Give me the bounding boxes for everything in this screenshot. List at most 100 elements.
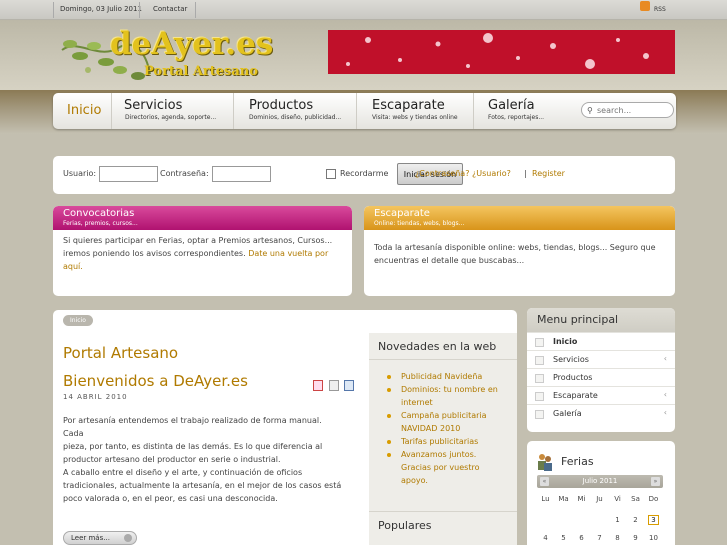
divider [195,2,196,18]
page-title: Portal Artesano [63,344,179,362]
snowflake-icon [346,33,649,69]
menu-item-inicio[interactable]: Inicio [527,332,675,350]
password-label: Contraseña: [160,169,209,178]
nav-item-inicio[interactable]: Inicio [53,93,112,129]
escaparate-header: Escaparate Online: tiendas, webs, blogs.… [364,206,675,230]
nav-item-label: Inicio [67,103,102,118]
rss-icon[interactable] [640,1,650,11]
weekday-label: Ma [558,495,569,503]
remember-checkbox[interactable] [326,169,336,179]
logo-subtitle: Portal Artesano [144,64,258,79]
text-line: Avanzamos juntos. [401,450,477,459]
people-icon [538,454,552,471]
list-item[interactable]: Tarifas publicitarias [387,435,512,448]
main-menu-title: Menu principal [537,313,619,326]
convocatorias-text: Si quieres participar en Ferias, optar a… [63,234,332,273]
bullet-icon [535,392,544,401]
text-line: Si quieres participar en Ferias, optar a… [63,236,333,245]
menu-item-productos[interactable]: Productos [527,368,675,386]
nav-item-galeria[interactable]: Galería Fotos, reportajes... [474,93,569,129]
menu-item-label: Productos [553,373,593,382]
escaparate-title: Escaparate [374,208,430,219]
search-icon: ⚲ [587,106,593,115]
menu-item-servicios[interactable]: Servicios ‹ [527,350,675,368]
password-input[interactable] [212,166,271,182]
nav-item-subtitle: Fotos, reportajes... [488,114,545,121]
calendar-day[interactable]: 8 [609,534,626,542]
menu-item-escaparate[interactable]: Escaparate ‹ [527,386,675,404]
nav-item-productos[interactable]: Productos Dominios, diseño, publicidad..… [234,93,357,129]
weekday-label: Vi [614,495,621,503]
text-line: iremos poniendo los avisos correspondien… [63,249,246,258]
read-more-button[interactable]: Leer más... [63,531,137,545]
nav-item-subtitle: Visita: webs y tiendas online [372,114,458,121]
calendar-day[interactable]: 1 [609,516,626,524]
convocatorias-subtitle: Ferias, premios, cursos... [63,220,138,227]
ferias-title: Ferias [561,455,594,468]
article-date: 14 ABRIL 2010 [63,393,128,401]
register-link[interactable]: Register [532,169,565,178]
calendar-day[interactable]: 10 [645,534,662,542]
calendar-header: « Julio 2011 » [537,475,663,488]
calendar-day[interactable]: 6 [573,534,590,542]
convocatorias-header: Convocatorias Ferias, premios, cursos... [53,206,352,230]
rss-link[interactable]: RSS [654,6,666,13]
article-title[interactable]: Bienvenidos a DeAyer.es [63,372,248,390]
text-line: Tarifas publicitarias [401,437,479,446]
nav-item-servicios[interactable]: Servicios Directorios, agenda, soporte..… [112,93,234,129]
ad-banner[interactable] [328,30,675,74]
divider [369,511,517,512]
email-icon[interactable] [344,380,354,391]
ferias-calendar: Ferias « Julio 2011 » Lu Ma Mi Ju Vi Sa … [527,441,675,545]
calendar-day[interactable]: 7 [591,534,608,542]
convocatorias-link[interactable]: aquí. [63,260,332,273]
article-paragraph: Por artesanía entendemos el trabajo real… [63,414,343,466]
forgot-link[interactable]: ¿Contraseña? ¿Usuario? [415,169,511,178]
text-line: internet [401,398,433,407]
remember-label: Recordarme [340,169,389,178]
next-month-button[interactable]: » [651,477,660,486]
menu-item-label: Galería [553,409,582,418]
menu-item-label: Servicios [553,355,589,364]
text-line: Gracias por vuestro [401,463,480,472]
text-line: encuentras el detalle que buscabas... [374,256,525,265]
contact-link[interactable]: Contactar [153,5,187,13]
text-line: tradicionales, actualmente la artesanía,… [63,481,342,490]
convocatorias-link[interactable]: Date una vuelta por [248,249,328,258]
calendar-day-today[interactable]: 3 [648,515,659,525]
nav-item-escaparate[interactable]: Escaparate Visita: webs y tiendas online [357,93,474,129]
search-input[interactable] [597,105,671,116]
bullet-icon [535,356,544,365]
chevron-left-icon: ‹ [663,354,667,363]
list-item[interactable]: Dominios: tu nombre en internet [387,383,512,409]
main-menu: Menu principal Inicio Servicios ‹ Product… [527,308,675,432]
list-item[interactable]: Campaña publicitaria NAVIDAD 2010 [387,409,512,435]
calendar-day[interactable]: 2 [627,516,644,524]
calendar-day[interactable]: 9 [627,534,644,542]
username-input[interactable] [99,166,158,182]
novedades-panel: Novedades en la web Publicidad Navideña … [369,333,517,545]
nav-item-label: Productos [249,98,314,113]
divider [139,2,140,18]
weekday-label: Mi [577,495,586,503]
calendar-month: Julio 2011 [582,477,618,485]
calendar-day[interactable]: 4 [537,534,554,542]
logo[interactable]: deAyer.es [110,26,273,62]
top-bar: Domingo, 03 Julio 2011 Contactar RSS [0,0,727,20]
escaparate-text: Toda la artesanía disponible online: web… [374,241,656,267]
escaparate-box: Escaparate Online: tiendas, webs, blogs.… [364,206,675,296]
list-item[interactable]: Publicidad Navideña [387,370,512,383]
pdf-icon[interactable] [313,380,323,391]
calendar-day[interactable]: 5 [555,534,572,542]
text-line: A caballo entre el diseño y el arte, y c… [63,468,303,477]
novedades-title: Novedades en la web [378,340,497,353]
print-icon[interactable] [329,380,339,391]
list-item[interactable]: Avanzamos juntos. Gracias por vuestro apoy… [387,448,512,487]
bullet-icon [535,374,544,383]
weekday-label: Lu [541,495,550,503]
text-line: Dominios: tu nombre en [401,385,498,394]
divider [53,2,54,18]
chevron-left-icon: ‹ [663,390,667,399]
menu-item-galeria[interactable]: Galería ‹ [527,404,675,422]
breadcrumb[interactable]: Inicio [63,315,93,326]
